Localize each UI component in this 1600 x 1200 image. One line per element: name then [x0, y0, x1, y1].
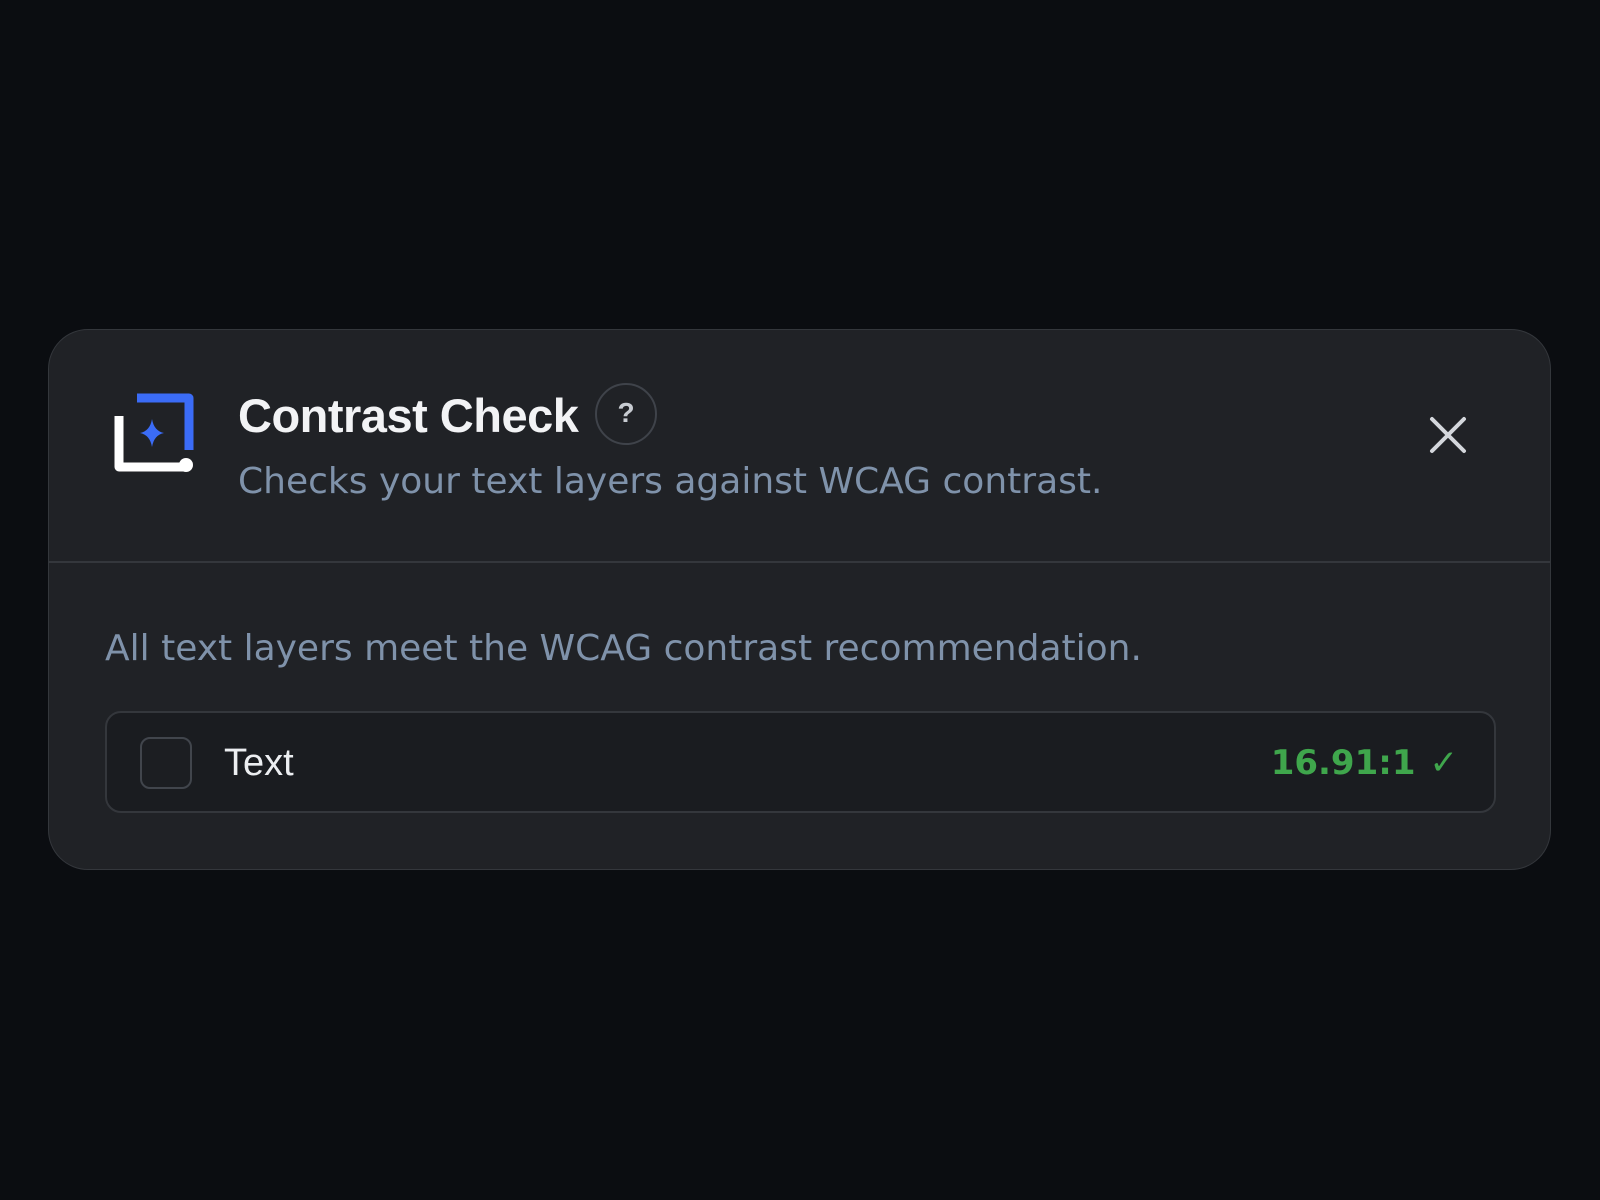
dialog-title: Contrast Check	[238, 389, 579, 442]
dialog-header: Contrast Check ? Checks your text layers…	[49, 330, 1550, 563]
sparkle-frame-icon	[114, 393, 194, 472]
dialog-subtitle: Checks your text layers against WCAG con…	[238, 461, 1103, 502]
help-button[interactable]: ?	[595, 383, 657, 445]
layer-checkbox[interactable]	[140, 737, 192, 789]
status-message: All text layers meet the WCAG contrast r…	[105, 628, 1142, 669]
close-icon[interactable]	[1423, 410, 1473, 460]
layer-row[interactable]: Text 16.91:1 ✓	[105, 711, 1496, 813]
ratio-value: 16.91:1	[1270, 743, 1416, 783]
dialog-body: All text layers meet the WCAG contrast r…	[49, 563, 1550, 869]
contrast-ratio: 16.91:1 ✓	[1271, 739, 1458, 787]
check-icon: ✓	[1429, 743, 1459, 783]
layer-name: Text	[224, 742, 294, 784]
contrast-check-dialog: Contrast Check ? Checks your text layers…	[48, 329, 1551, 870]
